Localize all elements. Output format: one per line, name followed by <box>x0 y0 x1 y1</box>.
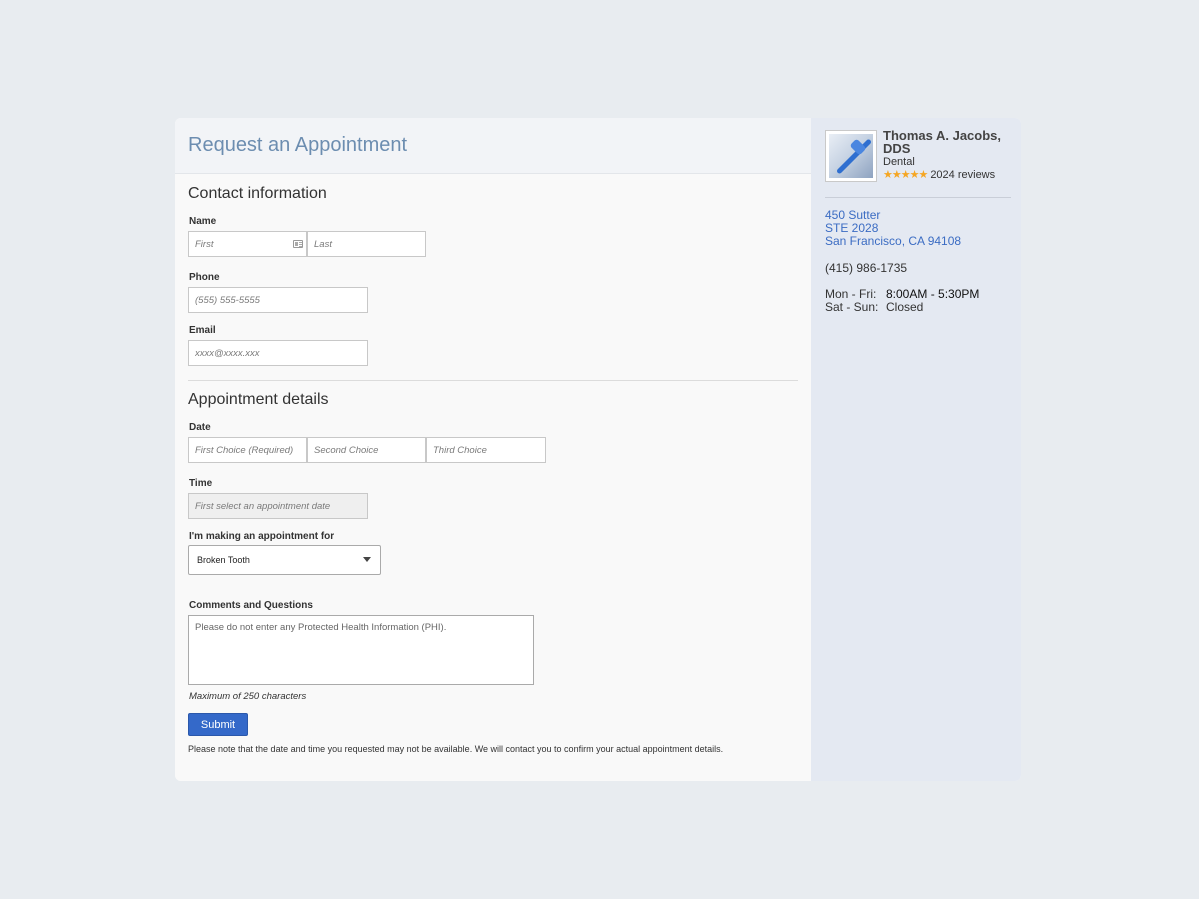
appointment-form: Request an Appointment Contact informati… <box>175 118 811 781</box>
email-input[interactable] <box>188 340 368 366</box>
contact-card-icon <box>293 240 303 248</box>
contact-section-title: Contact information <box>188 185 327 202</box>
reason-select[interactable]: Broken Tooth <box>188 545 381 575</box>
hours-days: Sat - Sun: <box>825 300 879 314</box>
submit-button[interactable]: Submit <box>188 713 248 736</box>
date-third-choice-input[interactable] <box>426 437 546 463</box>
appointment-card: Request an Appointment Contact informati… <box>175 118 1021 781</box>
hours-row-weekend: Sat - Sun: Closed <box>825 301 979 314</box>
review-count[interactable]: 2024 reviews <box>930 169 995 181</box>
provider-address: 450 Sutter STE 2028 San Francisco, CA 94… <box>825 209 961 248</box>
provider-rating: ★★★★★ 2024 reviews <box>883 168 995 182</box>
comments-textarea[interactable] <box>188 615 534 685</box>
provider-name: Thomas A. Jacobs, DDS <box>883 128 1001 156</box>
date-first-choice-input[interactable] <box>188 437 307 463</box>
comments-label: Comments and Questions <box>189 600 313 611</box>
provider-avatar <box>825 130 877 182</box>
appointment-section-title: Appointment details <box>188 391 329 408</box>
time-input[interactable] <box>188 493 368 519</box>
reason-selected-value: Broken Tooth <box>197 555 250 565</box>
last-name-input[interactable] <box>307 231 426 257</box>
name-label: Name <box>189 216 217 227</box>
comments-hint: Maximum of 250 characters <box>189 691 307 702</box>
star-rating-icon: ★★★★★ <box>883 169 928 181</box>
email-label: Email <box>189 325 216 336</box>
phone-input[interactable] <box>188 287 368 313</box>
date-label: Date <box>189 422 211 433</box>
chevron-down-icon <box>363 557 371 562</box>
date-second-choice-input[interactable] <box>307 437 426 463</box>
availability-note: Please note that the date and time you r… <box>188 744 724 754</box>
office-hours: Mon - Fri: 8:00AM - 5:30PM Sat - Sun: Cl… <box>825 288 979 314</box>
provider-specialty: Dental <box>883 156 915 168</box>
phone-label: Phone <box>189 272 220 283</box>
page-title: Request an Appointment <box>188 134 408 156</box>
section-divider <box>188 380 798 381</box>
sidebar-divider <box>825 197 1011 198</box>
hours-time: Closed <box>886 300 924 314</box>
provider-sidebar: Thomas A. Jacobs, DDS Dental ★★★★★ 2024 … <box>811 118 1021 781</box>
reason-label: I'm making an appointment for <box>189 531 335 542</box>
first-name-input[interactable] <box>188 231 307 257</box>
first-name-wrapper <box>188 231 307 257</box>
time-label: Time <box>189 478 213 489</box>
toothbrush-image <box>829 134 873 178</box>
provider-phone: (415) 986-1735 <box>825 261 908 275</box>
address-line-3[interactable]: San Francisco, CA 94108 <box>825 235 961 248</box>
